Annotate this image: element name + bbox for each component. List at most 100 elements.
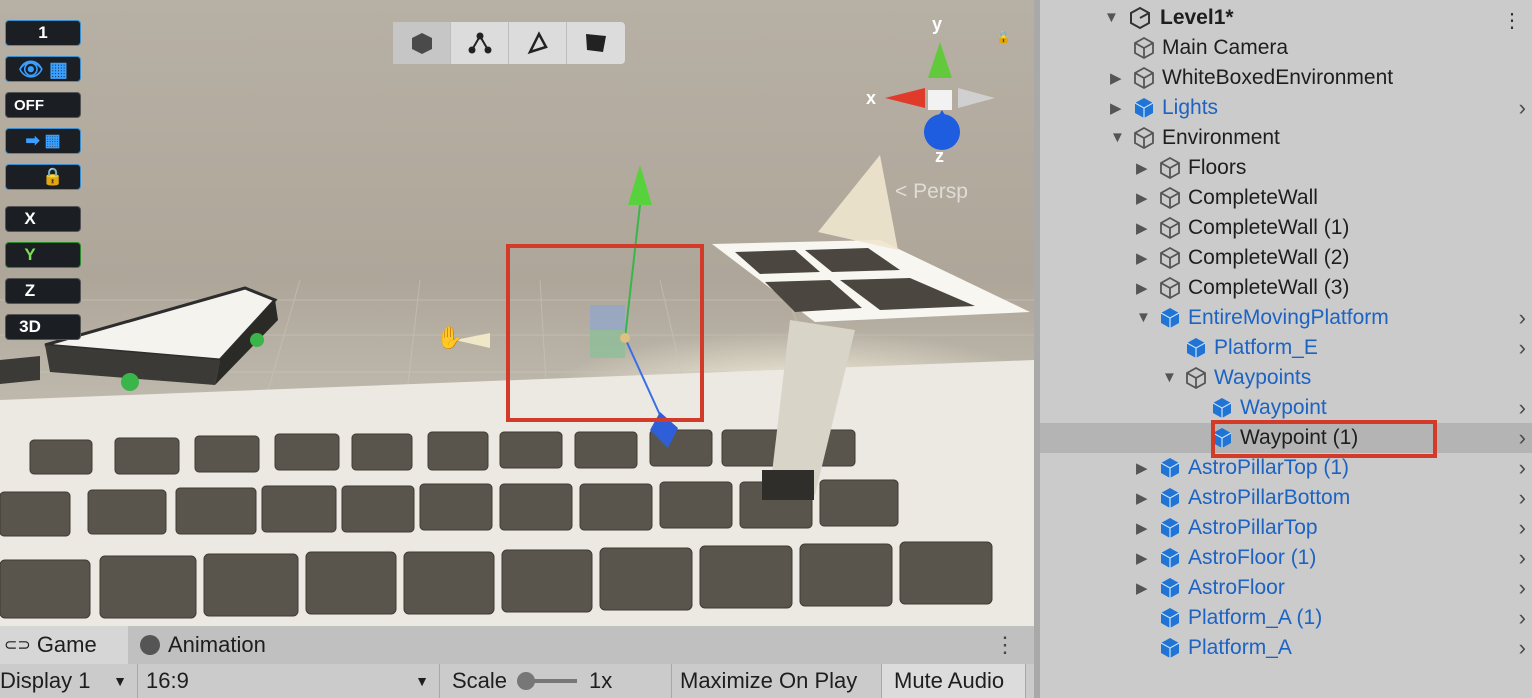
expand-arrow-icon[interactable]: ▶ bbox=[1136, 189, 1148, 207]
expand-arrow-icon[interactable]: ▶ bbox=[1136, 519, 1148, 537]
hierarchy-item[interactable]: Platform_A (1) › bbox=[1040, 603, 1532, 633]
hierarchy-item[interactable]: ▼ EntireMovingPlatform › bbox=[1040, 303, 1532, 333]
collapse-arrow-icon[interactable]: ▼ bbox=[1136, 309, 1151, 326]
display-dropdown[interactable]: Display 1 ▼ bbox=[0, 664, 138, 698]
axis-z-toggle[interactable]: Z bbox=[5, 278, 81, 304]
hierarchy-item[interactable]: Waypoint › bbox=[1040, 393, 1532, 423]
scene-name: Level1* bbox=[1160, 6, 1234, 29]
axis-y-toggle[interactable]: Y bbox=[5, 242, 81, 268]
hierarchy-scene-row[interactable]: ▼ Level1* ⋮ bbox=[1040, 3, 1532, 33]
expand-arrow-icon[interactable]: ▼ bbox=[1104, 9, 1119, 26]
hierarchy-item[interactable]: ▶ WhiteBoxedEnvironment bbox=[1040, 63, 1532, 93]
scale-slider[interactable] bbox=[517, 672, 578, 690]
prefab-cube-icon bbox=[1184, 336, 1208, 360]
axis-x-toggle[interactable]: X bbox=[5, 206, 81, 232]
aspect-dropdown[interactable]: 16:9 ▼ bbox=[138, 664, 440, 698]
expand-arrow-icon[interactable]: ▶ bbox=[1136, 579, 1148, 597]
expand-arrow-icon[interactable]: ▶ bbox=[1136, 549, 1148, 567]
hierarchy-item[interactable]: ▼ Environment bbox=[1040, 123, 1532, 153]
hierarchy-item-label: Main Camera bbox=[1162, 36, 1289, 59]
hierarchy-item[interactable]: ▶ AstroFloor (1) › bbox=[1040, 543, 1532, 573]
hierarchy-item[interactable]: ▶ Floors bbox=[1040, 153, 1532, 183]
visibility-toggle[interactable]: 👁 ▦ bbox=[5, 56, 81, 82]
open-prefab-chevron-icon[interactable]: › bbox=[1519, 425, 1526, 451]
hierarchy-item-label: Platform_E bbox=[1214, 336, 1318, 359]
hierarchy-item[interactable]: ▶ CompleteWall (3) bbox=[1040, 273, 1532, 303]
scale-value: 1x bbox=[589, 668, 613, 693]
open-prefab-chevron-icon[interactable]: › bbox=[1519, 635, 1526, 661]
hierarchy-item-label: Waypoints bbox=[1214, 366, 1312, 389]
expand-arrow-icon[interactable]: ▶ bbox=[1110, 69, 1122, 87]
hierarchy-item-label: AstroFloor bbox=[1188, 576, 1285, 599]
expand-arrow-icon[interactable]: ▶ bbox=[1136, 459, 1148, 477]
svg-text:✋: ✋ bbox=[436, 325, 463, 351]
hierarchy-item-label: AstroPillarTop (1) bbox=[1188, 456, 1350, 479]
tab-game[interactable]: ⊂⊃ Game bbox=[0, 626, 128, 664]
hierarchy-item[interactable]: Main Camera bbox=[1040, 33, 1532, 63]
prefab-cube-icon bbox=[1158, 636, 1182, 660]
hierarchy-item[interactable]: ▶ AstroPillarTop › bbox=[1040, 513, 1532, 543]
hierarchy-item-label: CompleteWall bbox=[1188, 186, 1318, 209]
hierarchy-item[interactable]: ▶ CompleteWall (1) bbox=[1040, 213, 1532, 243]
open-prefab-chevron-icon[interactable]: › bbox=[1519, 395, 1526, 421]
snap-off-toggle[interactable]: OFF bbox=[5, 92, 81, 118]
tool-nodes-button[interactable] bbox=[451, 22, 509, 64]
axis-y-label: Y bbox=[24, 245, 36, 264]
hierarchy-item-label: AstroPillarBottom bbox=[1188, 486, 1351, 509]
mode-3d-toggle[interactable]: 3D bbox=[5, 314, 81, 340]
open-prefab-chevron-icon[interactable]: › bbox=[1519, 455, 1526, 481]
tool-triangle-button[interactable] bbox=[509, 22, 567, 64]
eye-icon: 👁 ▦ bbox=[18, 58, 68, 81]
gameobject-cube-icon bbox=[1132, 126, 1156, 150]
tab-animation[interactable]: Animation bbox=[140, 626, 310, 664]
lock-toggle[interactable]: 🔒 bbox=[5, 164, 81, 190]
hierarchy-item[interactable]: ▶ CompleteWall bbox=[1040, 183, 1532, 213]
open-prefab-chevron-icon[interactable]: › bbox=[1519, 335, 1526, 361]
prefab-cube-icon bbox=[1158, 306, 1182, 330]
move-snap-toggle[interactable]: ➡ ▦ bbox=[5, 128, 81, 154]
hierarchy-item[interactable]: Platform_E › bbox=[1040, 333, 1532, 363]
lock-view-icon[interactable]: 🔒 bbox=[996, 30, 1011, 44]
open-prefab-chevron-icon[interactable]: › bbox=[1519, 545, 1526, 571]
open-prefab-chevron-icon[interactable]: › bbox=[1519, 95, 1526, 121]
perspective-label[interactable]: < Persp bbox=[895, 180, 968, 204]
hierarchy-item[interactable]: ▶ AstroFloor › bbox=[1040, 573, 1532, 603]
mute-audio-button[interactable]: Mute Audio bbox=[882, 664, 1026, 698]
hierarchy-menu-icon[interactable]: ⋮ bbox=[1502, 8, 1522, 33]
open-prefab-chevron-icon[interactable]: › bbox=[1519, 305, 1526, 331]
expand-arrow-icon[interactable]: ▶ bbox=[1136, 489, 1148, 507]
open-prefab-chevron-icon[interactable]: › bbox=[1519, 515, 1526, 541]
gamepad-icon: ⊂⊃ bbox=[4, 637, 31, 654]
tool-flag-button[interactable] bbox=[567, 22, 625, 64]
expand-arrow-icon[interactable]: ▶ bbox=[1136, 249, 1148, 267]
scene-view[interactable]: ✋ 1 👁 ▦ OFF ➡ ▦ 🔒 X Y Z 3D y x z 🔒 < Per… bbox=[0, 0, 1034, 626]
collapse-arrow-icon[interactable]: ▼ bbox=[1110, 129, 1125, 146]
maximize-on-play-button[interactable]: Maximize On Play bbox=[672, 664, 882, 698]
hierarchy-item-label: CompleteWall (2) bbox=[1188, 246, 1350, 269]
waypoint-row-highlight-box bbox=[1211, 420, 1437, 458]
open-prefab-chevron-icon[interactable]: › bbox=[1519, 485, 1526, 511]
expand-arrow-icon[interactable]: ▶ bbox=[1136, 279, 1148, 297]
hierarchy-item[interactable]: ▶ Lights › bbox=[1040, 93, 1532, 123]
chevron-down-icon: ▼ bbox=[415, 673, 429, 689]
snap-counter[interactable]: 1 bbox=[5, 20, 81, 46]
axis-x-label: X bbox=[24, 209, 36, 228]
scale-slider-handle[interactable] bbox=[517, 672, 536, 690]
hierarchy-item[interactable]: ▶ AstroPillarBottom › bbox=[1040, 483, 1532, 513]
expand-arrow-icon[interactable]: ▶ bbox=[1110, 99, 1122, 117]
hierarchy-item[interactable]: ▶ CompleteWall (2) bbox=[1040, 243, 1532, 273]
collapse-arrow-icon[interactable]: ▼ bbox=[1162, 369, 1177, 386]
game-controls-row: Display 1 ▼ 16:9 ▼ Scale 1x Maximize On … bbox=[0, 664, 1034, 698]
open-prefab-chevron-icon[interactable]: › bbox=[1519, 575, 1526, 601]
tool-cube-button[interactable] bbox=[393, 22, 451, 64]
expand-arrow-icon[interactable]: ▶ bbox=[1136, 159, 1148, 177]
panel-menu-icon[interactable]: ⋮ bbox=[994, 632, 1016, 658]
expand-arrow-icon[interactable]: ▶ bbox=[1136, 219, 1148, 237]
gameobject-cube-icon bbox=[1184, 366, 1208, 390]
hierarchy-item[interactable]: Platform_A › bbox=[1040, 633, 1532, 663]
open-prefab-chevron-icon[interactable]: › bbox=[1519, 605, 1526, 631]
hierarchy-item[interactable]: ▼ Waypoints bbox=[1040, 363, 1532, 393]
prefab-cube-icon bbox=[1158, 516, 1182, 540]
maximize-on-play-label: Maximize On Play bbox=[680, 668, 858, 693]
hierarchy-item-label: CompleteWall (1) bbox=[1188, 216, 1350, 239]
